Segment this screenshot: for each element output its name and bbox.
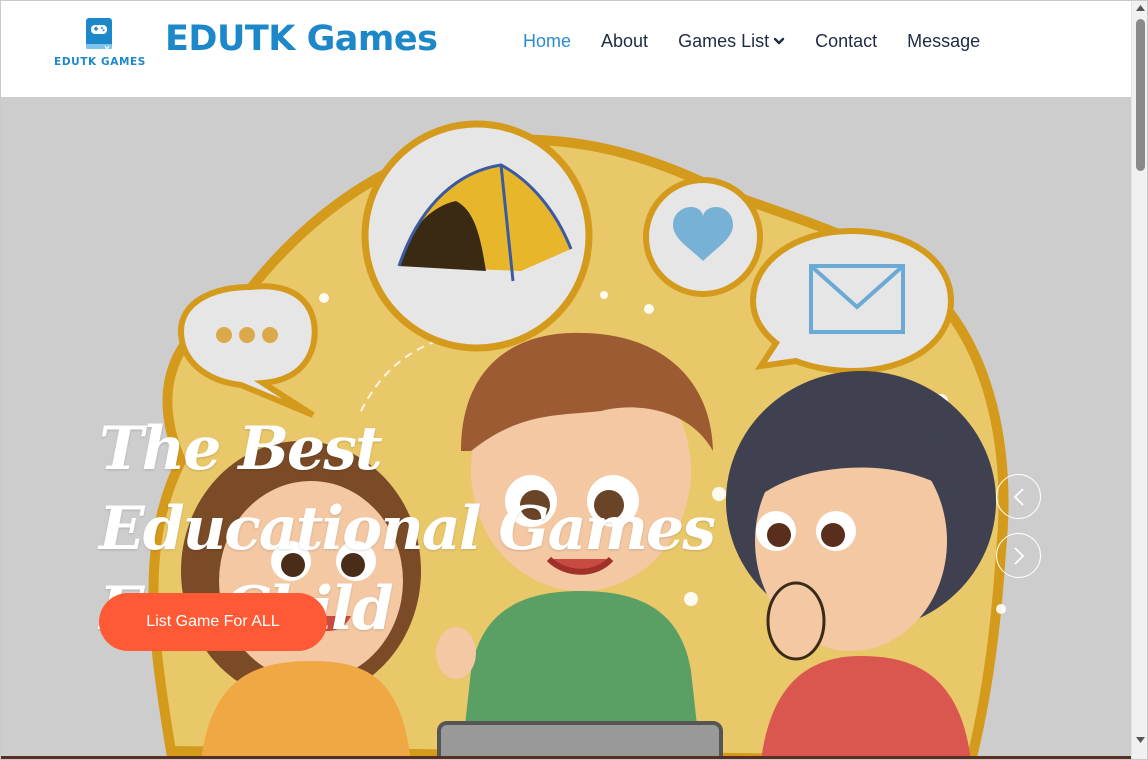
scrollbar-thumb[interactable]: [1136, 19, 1145, 171]
chevron-right-icon: [1013, 546, 1024, 565]
brand-title[interactable]: EDUTK Games: [165, 19, 438, 59]
header-cloud-edge: [1, 71, 1131, 95]
nav-contact-link[interactable]: Contact: [815, 31, 877, 52]
carousel-prev-button[interactable]: [996, 474, 1041, 519]
scroll-up-arrow-icon[interactable]: [1132, 5, 1147, 17]
hero-carousel: The Best Educational Games For Child Lis…: [1, 71, 1131, 759]
logo-caption: EDUTK GAMES: [54, 56, 146, 68]
carousel-next-button[interactable]: [996, 533, 1041, 578]
main-nav: Home About Games List Contact Message: [523, 30, 1010, 52]
list-game-button[interactable]: List Game For ALL: [99, 593, 327, 651]
chevron-left-icon: [1013, 487, 1024, 506]
scroll-down-arrow-icon[interactable]: [1132, 737, 1147, 749]
nav-games-list-link[interactable]: Games List: [678, 31, 785, 52]
nav-message-link[interactable]: Message: [907, 31, 980, 52]
nav-home-link[interactable]: Home: [523, 31, 571, 52]
nav-about-link[interactable]: About: [601, 31, 648, 52]
nav-games-list-label: Games List: [678, 30, 770, 51]
bottom-edge-strip: [1, 756, 1131, 759]
chevron-down-icon: [773, 37, 785, 45]
gamepad-book-icon: [86, 18, 112, 51]
vertical-scrollbar[interactable]: [1131, 1, 1147, 759]
logo[interactable]: EDUTK GAMES: [53, 15, 147, 69]
page: EDUTK GAMES EDUTK Games Home About Games…: [0, 0, 1148, 760]
